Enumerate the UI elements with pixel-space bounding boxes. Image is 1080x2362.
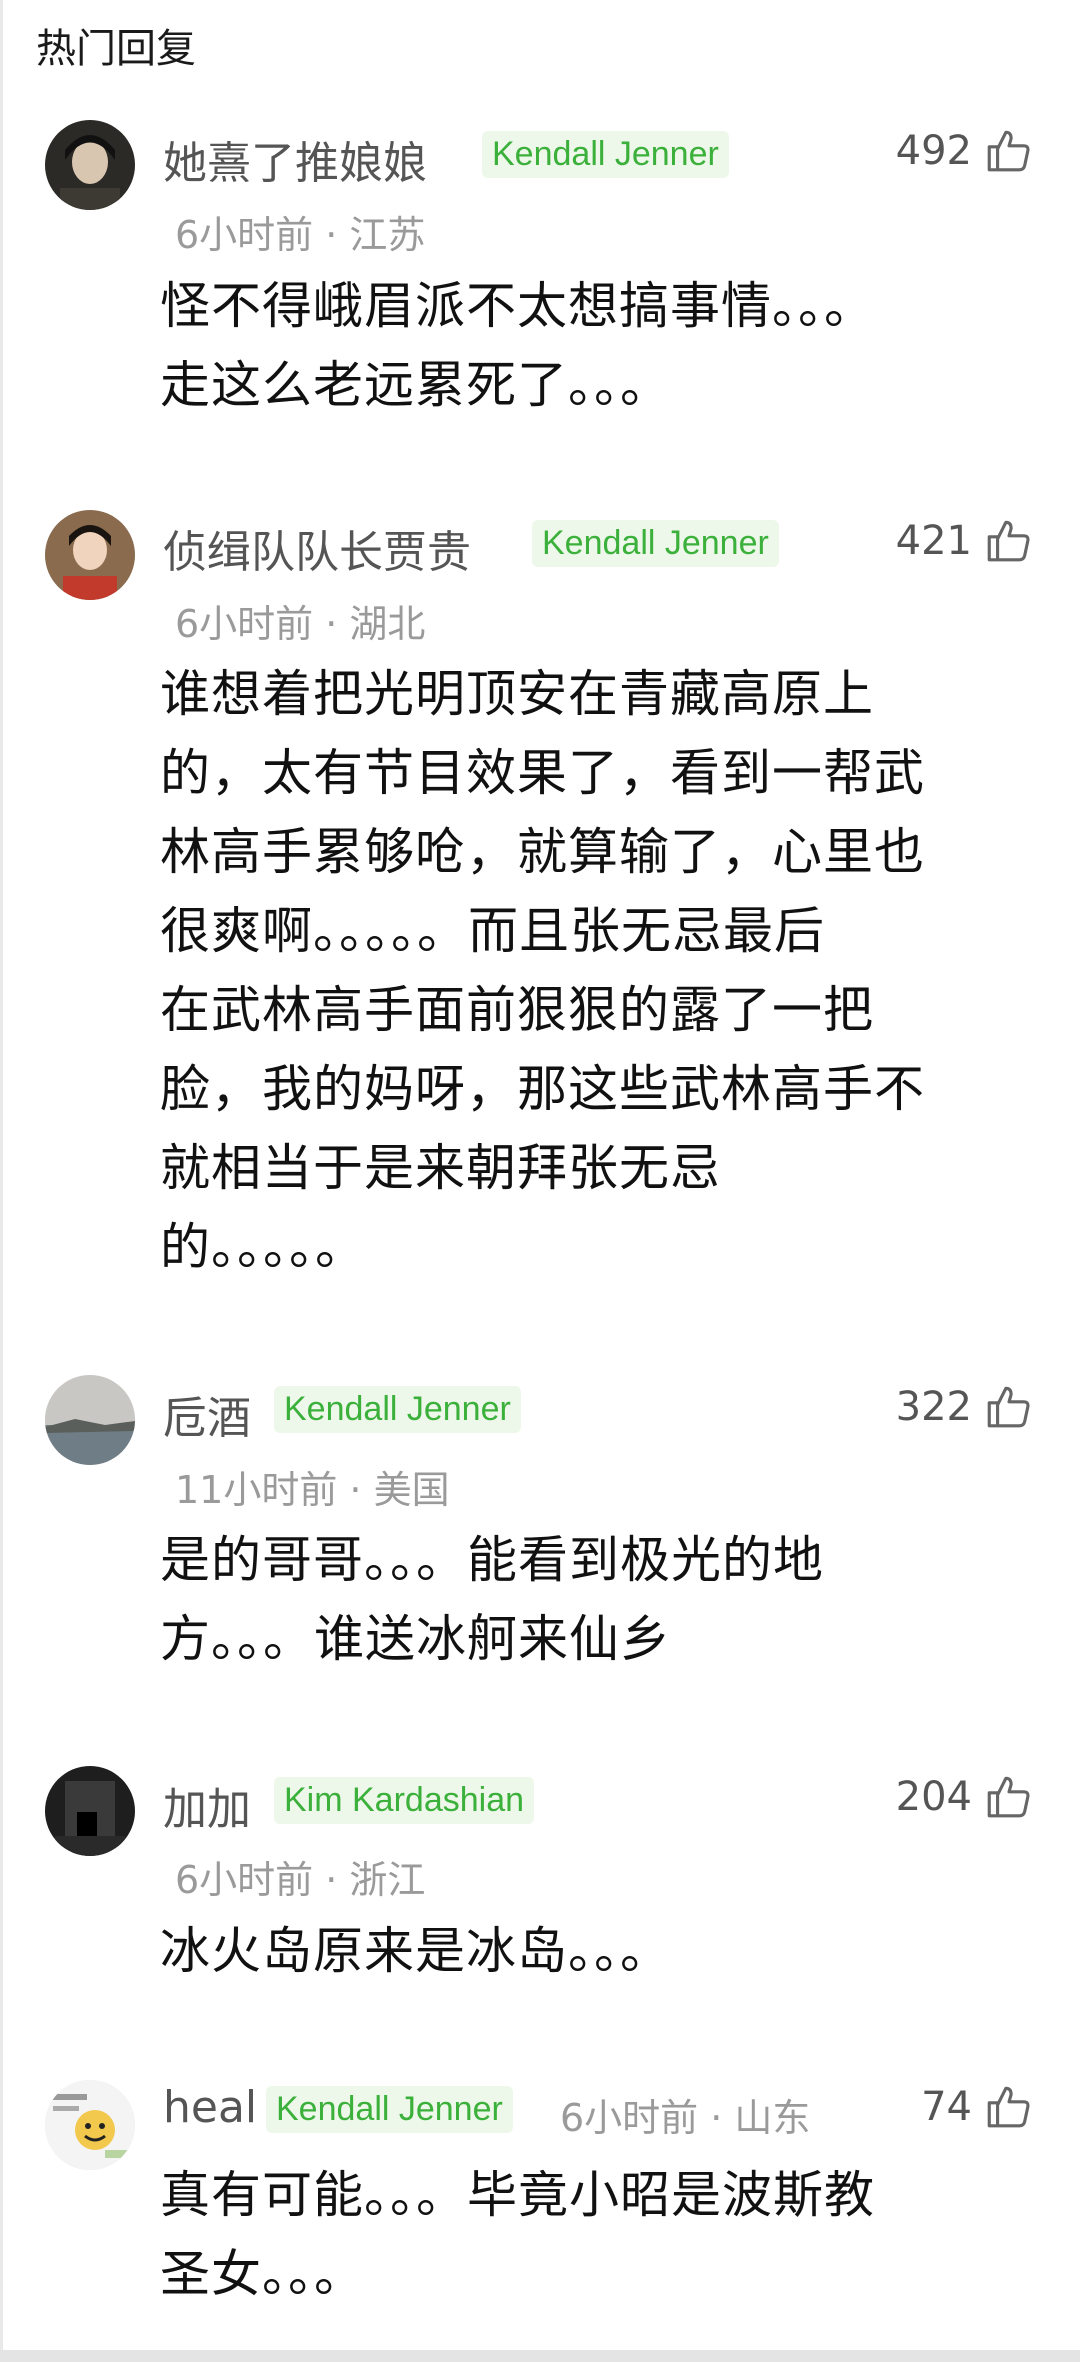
section-title: 热门回复 [36,26,196,72]
time-location: 11小时前 · 美国 [175,1468,450,1512]
user-badge[interactable]: Kendall Jenner [482,131,729,178]
comment-text: 冰火岛原来是冰岛。。。 [160,1922,671,1980]
thumbs-up-icon[interactable] [983,2082,1033,2132]
like-count: 204 [895,1774,972,1820]
avatar[interactable] [45,1375,135,1465]
like-count: 74 [921,2084,972,2130]
thumbs-up-icon[interactable] [983,1772,1033,1822]
user-badge[interactable]: Kim Kardashian [274,1777,535,1824]
like-count: 421 [895,518,972,564]
avatar[interactable] [45,120,135,210]
user-badge[interactable]: Kendall Jenner [274,1386,521,1433]
time-location: 6小时前 · 浙江 [175,1858,426,1902]
thumbs-up-icon[interactable] [983,1382,1033,1432]
user-badge[interactable]: Kendall Jenner [266,2086,513,2133]
username[interactable]: heal [163,2082,257,2133]
thumbs-up-icon[interactable] [983,516,1033,566]
thumbs-up-icon[interactable] [983,126,1033,176]
user-badge[interactable]: Kendall Jenner [532,520,779,567]
avatar[interactable] [45,510,135,600]
left-edge [0,0,3,2362]
username[interactable]: 加加 [163,1773,251,1837]
username[interactable]: 她熹了推娘娘 [163,127,427,191]
time-location: 6小时前 · 江苏 [175,213,426,257]
like-count: 322 [895,1384,972,1430]
avatar[interactable] [45,1766,135,1856]
comment-text: 是的哥哥。。。能看到极光的地 方。。。谁送冰舸来仙乡 [160,1531,824,1668]
avatar[interactable] [45,2080,135,2170]
time-location: 6小时前 · 湖北 [175,602,426,646]
bottom-bar [0,2350,1080,2362]
like-count: 492 [895,128,972,174]
username[interactable]: 侦缉队队长贾贵 [163,516,471,580]
comment-text: 真有可能。。。毕竟小昭是波斯教 圣女。。。 [160,2166,875,2303]
comment-text: 怪不得峨眉派不太想搞事情。。。 走这么老远累死了。。。 [160,277,875,414]
comment-text: 谁想着把光明顶安在青藏高原上 的，太有节目效果了，看到一帮武 林高手累够呛，就算… [160,665,925,1276]
time-location: 6小时前 · 山东 [560,2096,811,2140]
username[interactable]: 卮酒 [163,1382,251,1446]
